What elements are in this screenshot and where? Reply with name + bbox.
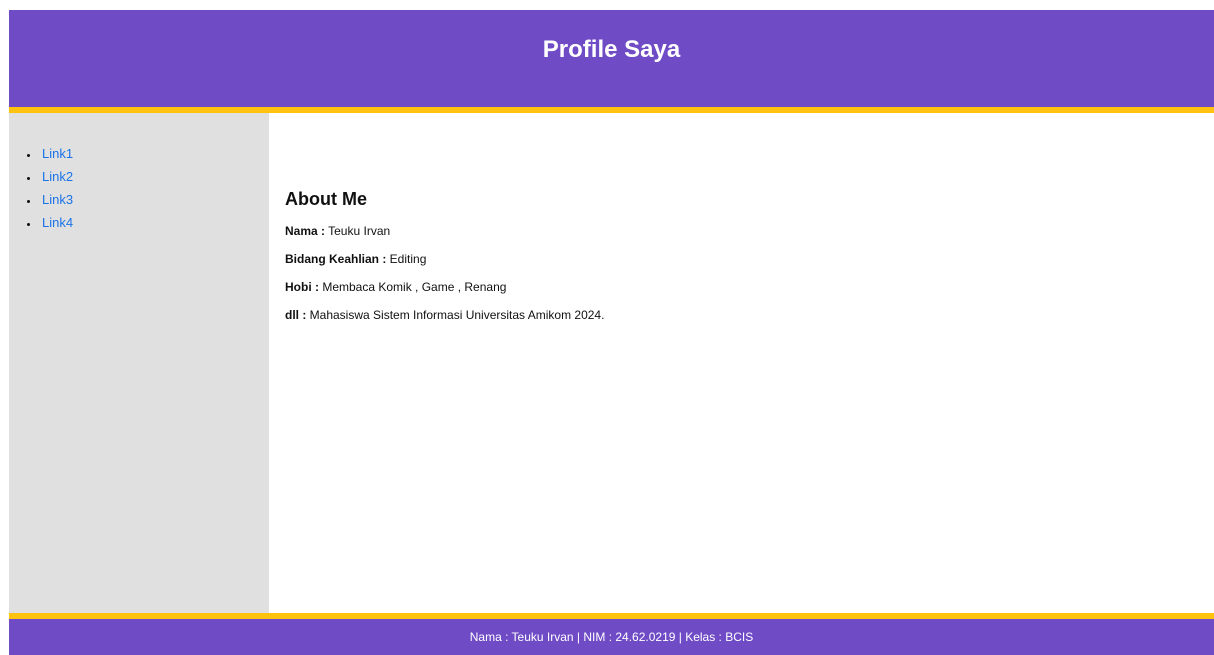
profile-label-hobi: Hobi :: [285, 280, 319, 294]
page: Profile Saya Link1 Link2 Link3 Link4 Abo…: [9, 10, 1214, 655]
profile-row-dll: dll : Mahasiswa Sistem Informasi Univers…: [285, 308, 604, 322]
profile-row-hobi: Hobi : Membaca Komik , Game , Renang: [285, 280, 604, 294]
profile-label-bidang-keahlian: Bidang Keahlian :: [285, 252, 387, 266]
sidebar-item-link3: Link3: [39, 188, 269, 211]
profile-label-nama: Nama :: [285, 224, 326, 238]
profile-value-bidang-keahlian: Editing: [386, 252, 427, 266]
sidebar-link-4[interactable]: Link4: [42, 215, 73, 230]
profile-info-list: Nama : Teuku Irvan Bidang Keahlian : Edi…: [285, 224, 604, 336]
sidebar-link-3[interactable]: Link3: [42, 192, 73, 207]
sidebar-item-link4: Link4: [39, 211, 269, 234]
profile-label-dll: dll :: [285, 308, 307, 322]
sidebar-link-list: Link1 Link2 Link3 Link4: [9, 113, 269, 234]
profile-value-nama: Teuku Irvan: [325, 224, 391, 238]
profile-row-nama: Nama : Teuku Irvan: [285, 224, 604, 238]
sidebar: Link1 Link2 Link3 Link4: [9, 113, 269, 613]
page-title: Profile Saya: [542, 36, 681, 63]
main-content: About Me Nama : Teuku Irvan Bidang Keahl…: [269, 113, 1214, 613]
profile-row-bidang-keahlian: Bidang Keahlian : Editing: [285, 252, 604, 266]
sidebar-link-1[interactable]: Link1: [42, 146, 73, 161]
footer-text: Nama : Teuku Irvan | NIM : 24.62.0219 | …: [469, 630, 754, 644]
sidebar-item-link2: Link2: [39, 165, 269, 188]
sidebar-link-2[interactable]: Link2: [42, 169, 73, 184]
site-footer: Nama : Teuku Irvan | NIM : 24.62.0219 | …: [9, 613, 1214, 655]
site-header: Profile Saya: [9, 10, 1214, 113]
profile-value-dll: Mahasiswa Sistem Informasi Universitas A…: [306, 308, 605, 322]
profile-value-hobi: Membaca Komik , Game , Renang: [319, 280, 507, 294]
sidebar-item-link1: Link1: [39, 142, 269, 165]
about-heading: About Me: [285, 189, 367, 209]
